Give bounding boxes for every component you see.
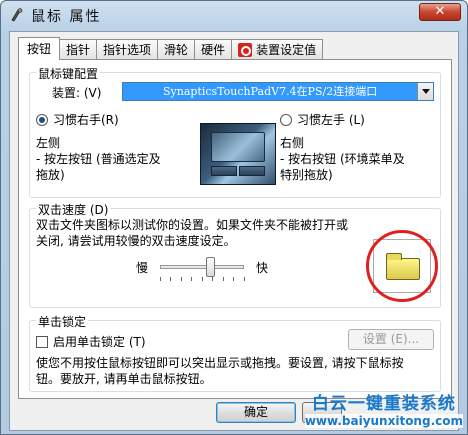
speed-slider-thumb[interactable]: [206, 257, 215, 277]
watermark-title: 白云一键重装系统: [311, 394, 456, 414]
touchpad-right-button: [239, 166, 265, 176]
description-line: 使您不用按住鼠标按钮即可以突出显示或拖拽。要设置, 请按下鼠标按: [36, 356, 404, 370]
mouse-icon: [11, 8, 23, 22]
right-side-heading: 右侧: [280, 136, 305, 150]
touchpad-left-button: [211, 166, 237, 176]
enable-click-lock-label: 启用单击锁定 (T): [53, 335, 146, 349]
left-handed-label: 习惯左手 (L): [297, 113, 365, 127]
tab-label: 按钮: [27, 42, 52, 56]
radio-indicator: [280, 114, 292, 126]
tab-buttons[interactable]: 按钮: [18, 37, 61, 60]
button-config-group: 鼠标键配置 装置: (V) SynapticsTouchPadV7.4在PS/2…: [29, 65, 441, 198]
tab-pointer-options[interactable]: 指针选项: [96, 39, 159, 59]
click-lock-settings-button[interactable]: 设置 (E)...: [348, 329, 434, 350]
enable-click-lock-checkbox[interactable]: 启用单击锁定 (T): [36, 333, 146, 350]
device-select-value: SynapticsTouchPadV7.4在PS/2连接端口: [163, 85, 378, 98]
title-bar[interactable]: 鼠标 属性 ✕: [1, 1, 467, 29]
close-button[interactable]: ✕: [419, 3, 461, 21]
click-lock-description: 使您不用按住鼠标按钮即可以突出显示或拖拽。要设置, 请按下鼠标按 钮。要放开, …: [36, 355, 404, 387]
left-side-line: - 按左按钮 (普通选定及: [36, 152, 161, 166]
radio-indicator: [36, 114, 48, 126]
chevron-down-icon[interactable]: [417, 83, 433, 100]
tab-label: 装置设定值: [256, 42, 317, 57]
tab-hardware[interactable]: 硬件: [194, 39, 233, 59]
buttons-tab-panel: 鼠标键配置 装置: (V) SynapticsTouchPadV7.4在PS/2…: [18, 59, 452, 399]
description-line: 双击文件夹图标以测试你的设置。如果文件夹不能被打开或: [36, 218, 349, 232]
right-side-line: - 按右按钮 (环境菜单及: [280, 152, 405, 166]
folder-icon[interactable]: [386, 253, 420, 280]
button-config-title: 鼠标键配置: [36, 65, 101, 82]
double-click-description: 双击文件夹图标以测试你的设置。如果文件夹不能被打开或 关闭, 请尝试用较慢的双击…: [36, 217, 348, 249]
right-side-line: 特别拖放): [280, 168, 333, 182]
left-side-heading: 左侧: [36, 136, 61, 150]
right-handed-radio[interactable]: 习惯右手(R): [36, 111, 119, 128]
right-handed-label: 习惯右手(R): [53, 113, 119, 127]
description-line: 关闭, 请尝试用较慢的双击速度设定。: [36, 234, 236, 248]
tab-pointer[interactable]: 指针: [59, 39, 98, 59]
slow-label: 慢: [136, 261, 149, 275]
site-watermark: 白云一键重装系统 www.baiyunxitong.com: [304, 389, 463, 428]
description-line: 钮。要放开, 请再单击鼠标按钮。: [36, 372, 212, 386]
double-click-title: 双击速度 (D): [36, 201, 111, 218]
tab-device-settings[interactable]: 装置设定值: [231, 39, 324, 59]
right-side-description: 右侧 - 按右按钮 (环境菜单及 特别拖放): [280, 135, 405, 183]
left-side-line: 拖放): [36, 168, 65, 182]
touchpad-surface: [211, 132, 265, 162]
test-folder-area[interactable]: [366, 230, 438, 302]
tab-label: 指针: [66, 42, 91, 57]
fast-label: 快: [256, 261, 269, 275]
device-select[interactable]: SynapticsTouchPadV7.4在PS/2连接端口: [122, 82, 434, 101]
slider-ticks: [160, 277, 246, 281]
device-label: 装置: (V): [52, 86, 102, 100]
ok-button[interactable]: 确定: [216, 402, 296, 423]
click-lock-group: 单击锁定 启用单击锁定 (T) 设置 (E)... 使您不用按住鼠标按钮即可以突…: [29, 313, 441, 392]
left-side-description: 左侧 - 按左按钮 (普通选定及 拖放): [36, 135, 161, 183]
tab-label: 硬件: [201, 42, 226, 57]
synaptics-icon: [238, 42, 253, 57]
checkbox-indicator: [36, 336, 48, 348]
tab-label: 滑轮: [164, 42, 189, 57]
watermark-url: www.baiyunxitong.com: [304, 414, 463, 428]
touchpad-image: [200, 123, 276, 185]
tab-wheel[interactable]: 滑轮: [157, 39, 196, 59]
mouse-properties-window: 鼠标 属性 ✕ 按钮 指针 指针选项 滑轮 硬件 装置设定值 鼠标键配置 装置:…: [0, 0, 468, 435]
double-click-group: 双击速度 (D) 双击文件夹图标以测试你的设置。如果文件夹不能被打开或 关闭, …: [29, 201, 441, 308]
tab-strip: 按钮 指针 指针选项 滑轮 硬件 装置设定值: [18, 37, 324, 60]
speed-slider-track[interactable]: [160, 265, 244, 269]
window-title: 鼠标 属性: [31, 9, 102, 25]
left-handed-radio[interactable]: 习惯左手 (L): [280, 111, 365, 128]
click-lock-title: 单击锁定: [36, 313, 89, 330]
dialog-client: 按钮 指针 指针选项 滑轮 硬件 装置设定值 鼠标键配置 装置: (V) Syn…: [9, 31, 459, 431]
tab-label: 指针选项: [103, 42, 152, 57]
